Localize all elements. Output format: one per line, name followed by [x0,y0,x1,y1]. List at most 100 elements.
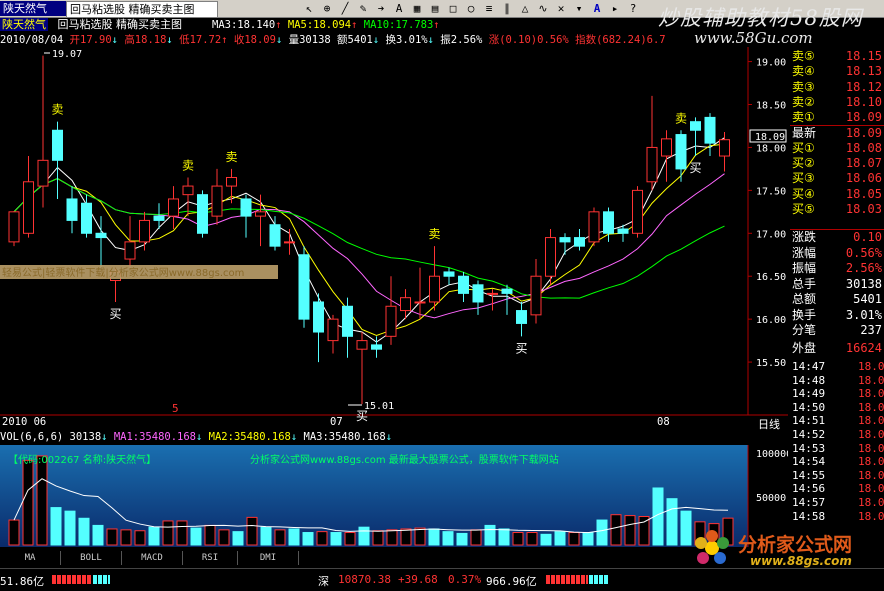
order-book-label: 卖③ [792,79,815,94]
tab-rsi[interactable]: RSI [183,551,238,565]
volume-bar [148,526,160,546]
volume-bar [484,524,496,546]
volume-tick-100000: 100000 [756,449,788,460]
volume-bar [638,515,650,546]
sell-signal: 卖 [675,111,687,125]
vol-ma3: MA3:35480.168 [303,431,386,443]
formula-title-label: 回马粘选股 精确买卖主图 [57,18,183,31]
stock-title[interactable]: 陕天然气 [0,1,70,16]
trade-time: 14:54 [792,455,826,469]
stat-value: 3.01% [845,307,882,322]
arrow-icon[interactable]: ➔ [374,2,388,15]
stat-value: 0.56% [845,245,882,260]
title-row: 陕天然气 回马粘选股 精确买卖主图 [0,18,210,32]
channel-icon[interactable]: ∥ [500,2,514,15]
order-book-label: 买⑤ [792,202,815,216]
pen-icon[interactable]: ✎ [356,2,370,15]
volume-chart[interactable]: 【代码:002267 名称:陕天然气】 分析家公式网www.88gs.com 最… [0,445,788,547]
grid-icon[interactable]: ▦ [410,2,424,15]
tab-boll[interactable]: BOLL [61,551,122,565]
buy-signal: 买 [690,161,702,175]
bid-row: 买⑤ 18.03 [790,202,884,217]
volume-bar [358,526,370,546]
candle-body [81,202,92,234]
chart-icon[interactable]: ▤ [428,2,442,15]
watermark-58gu-url: www.58Gu.com [694,29,813,47]
line-icon[interactable]: ╱ [338,2,352,15]
zoom-icon[interactable]: ⊕ [320,2,334,15]
candle-body [168,198,179,217]
trade-row: 14:58 18.0 [790,510,884,523]
candle-body [269,224,281,247]
stat-row: 总手 30138 [790,277,884,292]
ellipse-icon[interactable]: ○ [464,2,478,15]
stat-label: 换手 [792,307,817,322]
cycle-icon[interactable]: ∿ [536,2,550,15]
candle-body [8,211,20,243]
watermark-88gs: 分析家公式网 www.88gs.com [690,528,884,568]
status-left-amount: 51.86亿 [0,575,45,588]
dropdown-icon[interactable]: ▾ [572,2,586,15]
volume-bar [260,526,272,546]
volume-bar [414,527,426,546]
volume-bar [470,529,482,546]
volume-info-site: 分析家公式网www.88gs.com 最新最大股票公式，股票软件下载网站 [250,453,559,466]
volume-bar [456,532,468,546]
candle-body [342,305,353,337]
candle-body [719,139,730,157]
date-label-2010-06: 2010 06 [2,416,47,428]
candle-body [327,318,339,342]
candlestick-chart[interactable]: 19.00 18.50 18.00 17.50 17.00 16.50 16.00 15.50… [0,47,788,423]
buy-signal: 买 [516,341,528,355]
text-icon[interactable]: A [392,2,406,15]
tab-dmi[interactable]: DMI [238,551,299,565]
trade-price: 18.0 [858,441,884,455]
trade-row: 14:51 18.0 [790,414,884,427]
order-book-price: 18.09 [845,125,882,140]
stat-value: 30138 [845,276,882,291]
bid-row: 买① 18.08 [790,141,884,156]
font-icon[interactable]: A [590,2,604,15]
volume-bar [624,515,636,546]
tab-macd[interactable]: MACD [122,551,183,565]
y-tick-label: 18.00 [756,143,786,154]
candle-body [690,121,701,131]
rect-icon[interactable]: □ [446,2,460,15]
ask-row: 卖⑤ 18.15 [790,49,884,64]
erase-icon[interactable]: ✕ [554,2,568,15]
volume-bar [330,532,342,546]
volume-info-code: 【代码:002267 名称:陕天然气】 [8,453,156,466]
fib-icon[interactable]: ≡ [482,2,496,15]
period-label[interactable]: 日线 [758,416,780,432]
help-question-icon[interactable]: ? [626,2,640,15]
tab-ma[interactable]: MA [0,551,61,565]
candle-body [66,198,78,221]
candle-body [545,237,556,277]
stat-label: 总额 [792,292,817,306]
order-book-price: 18.06 [845,171,882,186]
y-tick-label: 16.50 [756,272,786,283]
order-book-price: 18.08 [845,140,882,155]
trade-time: 14:51 [792,414,826,428]
quote-close: 收18.09 [233,34,276,46]
outer-volume-value: 16624 [845,341,882,355]
volume-bar [78,517,90,546]
ma10-value: MA10:17.783 [363,19,434,31]
trade-time: 14:52 [792,428,826,441]
stat-value: 0.10 [853,230,882,244]
trade-row: 14:54 18.0 [790,455,884,468]
cursor-icon[interactable]: ↖ [302,2,316,15]
order-book-label: 买② [792,156,815,171]
quote-low: 低17.72 [179,34,222,46]
help-icon[interactable]: ▸ [608,2,622,15]
volume-bar [92,524,104,546]
sell-signal: 卖 [226,150,238,164]
trade-row: 14:50 18.0 [790,401,884,414]
volume-bar [540,533,552,546]
candle-body [704,116,716,144]
formula-name-field[interactable]: 回马粘选股 精确买卖主图 [66,1,218,18]
triangle-icon[interactable]: △ [518,2,532,15]
stat-value: 237 [860,323,882,337]
trade-price: 18.0 [858,468,884,482]
quote-panel: 卖⑤ 18.15 卖④ 18.13 卖③ 18.12 卖② 18.10 卖① 18.09 最新 18.… [790,47,884,547]
